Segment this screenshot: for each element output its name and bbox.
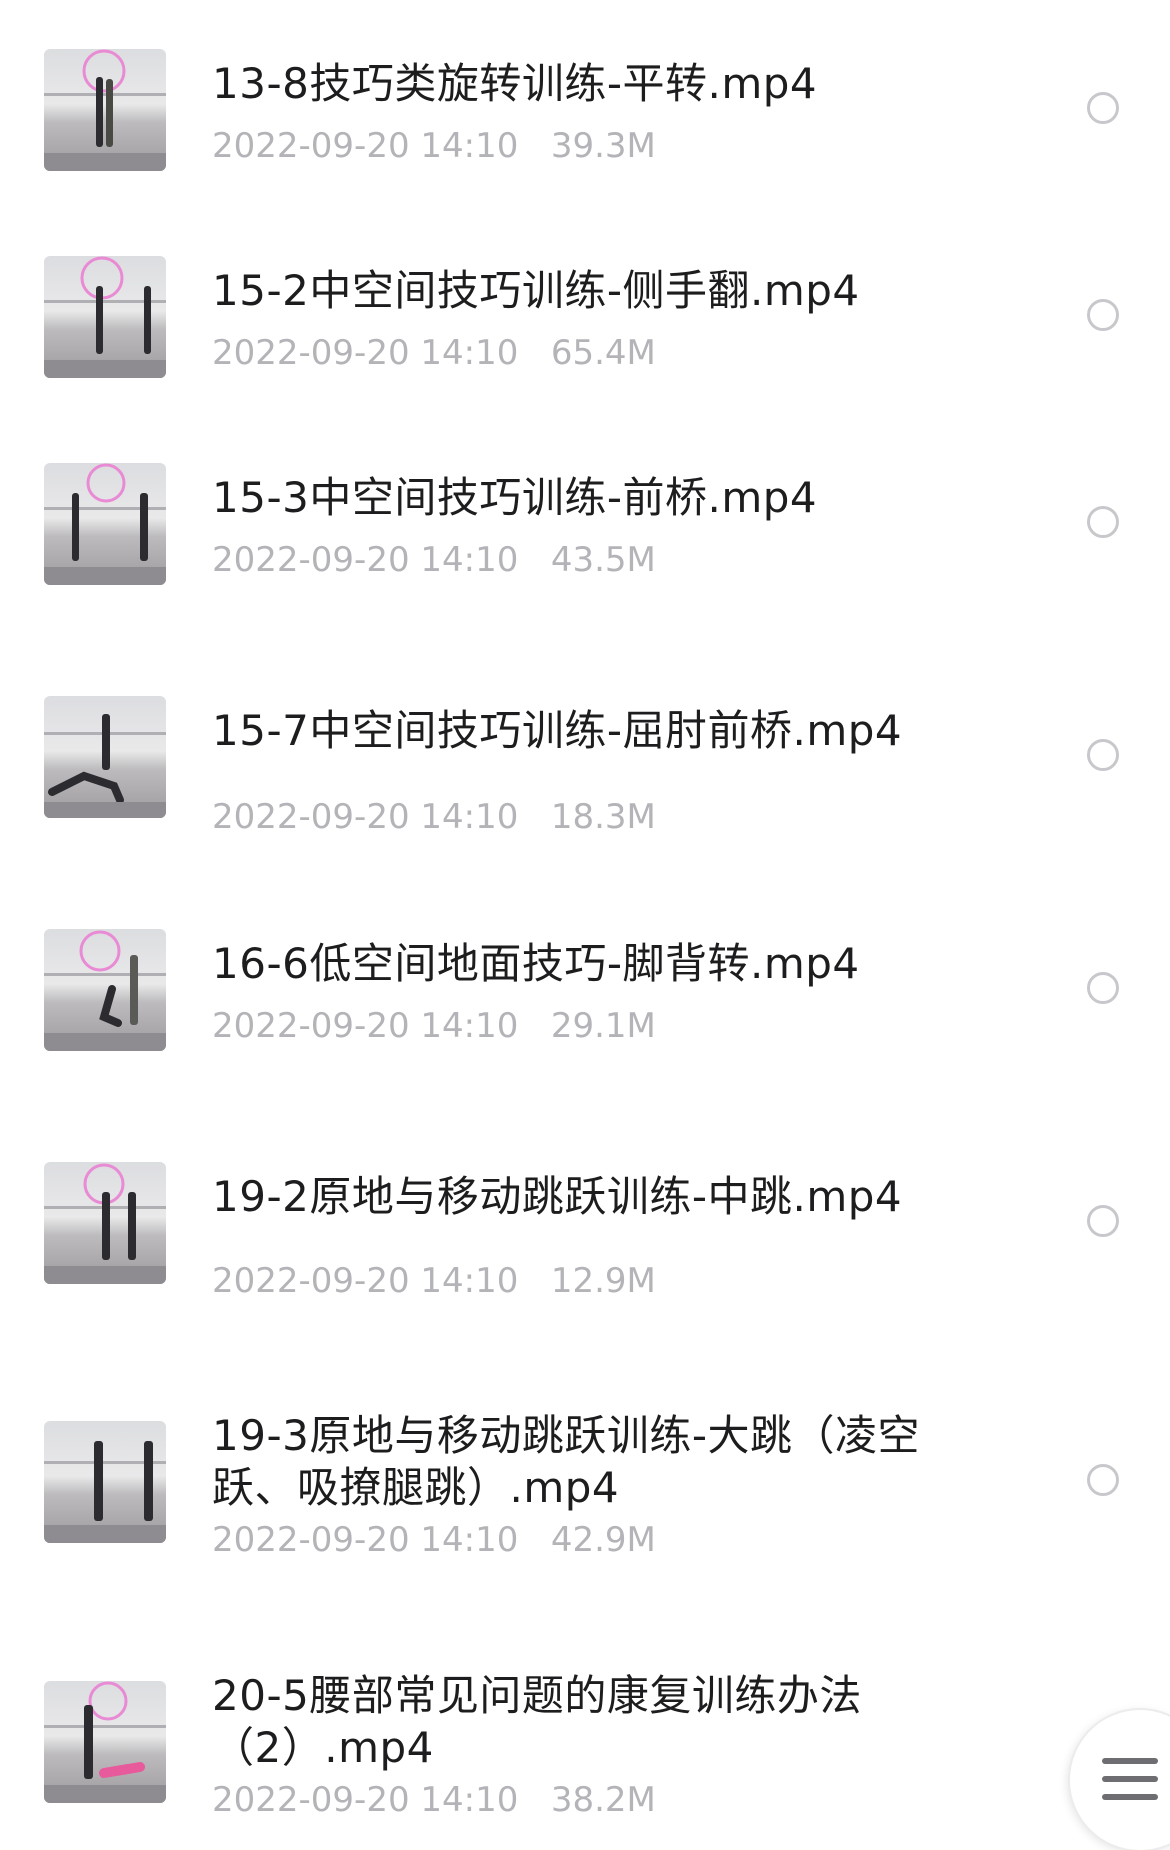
select-radio[interactable] [1087, 972, 1119, 1004]
file-date: 2022-09-20 14:10 [212, 797, 519, 837]
file-size: 18.3M [550, 797, 656, 837]
file-date: 2022-09-20 14:10 [212, 540, 519, 580]
file-date: 2022-09-20 14:10 [212, 126, 519, 166]
file-meta: 2022-09-20 14:10 29.1M [212, 1006, 656, 1046]
video-thumbnail [44, 463, 166, 585]
select-radio[interactable] [1087, 506, 1119, 538]
select-radio[interactable] [1087, 299, 1119, 331]
file-meta: 2022-09-20 14:10 18.3M [212, 797, 656, 837]
file-meta: 2022-09-20 14:10 42.9M [212, 1520, 656, 1560]
file-size: 39.3M [550, 126, 656, 166]
file-date: 2022-09-20 14:10 [212, 1261, 519, 1301]
file-meta: 2022-09-20 14:10 65.4M [212, 333, 656, 373]
file-name: 15-7中空间技巧训练-屈肘前桥.mp4 [212, 706, 903, 755]
file-size: 42.9M [550, 1520, 656, 1560]
select-radio[interactable] [1087, 1464, 1119, 1496]
video-thumbnail [44, 1681, 166, 1803]
file-size: 43.5M [550, 540, 656, 580]
file-item[interactable]: 13-8技巧类旋转训练-平转.mp4 2022-09-20 14:10 39.3… [0, 0, 1170, 200]
file-item[interactable]: 20-5腰部常见问题的康复训练办法（2）.mp4 2022-09-20 14:1… [0, 1632, 1170, 1832]
file-name: 16-6低空间地面技巧-脚背转.mp4 [212, 939, 860, 988]
file-size: 65.4M [550, 333, 656, 373]
file-item[interactable]: 15-3中空间技巧训练-前桥.mp4 2022-09-20 14:10 43.5… [0, 414, 1170, 614]
file-name: 19-2原地与移动跳跃训练-中跳.mp4 [212, 1172, 903, 1221]
file-date: 2022-09-20 14:10 [212, 1780, 519, 1820]
video-thumbnail [44, 696, 166, 818]
video-thumbnail [44, 49, 166, 171]
file-size: 38.2M [550, 1780, 656, 1820]
file-date: 2022-09-20 14:10 [212, 1006, 519, 1046]
file-meta: 2022-09-20 14:10 43.5M [212, 540, 656, 580]
file-name: 19-3原地与移动跳跃训练-大跳（凌空跃、吸撩腿跳）.mp4 [212, 1411, 920, 1512]
file-name: 13-8技巧类旋转训练-平转.mp4 [212, 59, 818, 108]
file-item[interactable]: 19-3原地与移动跳跃训练-大跳（凌空跃、吸撩腿跳）.mp4 2022-09-2… [0, 1372, 1170, 1572]
file-date: 2022-09-20 14:10 [212, 1520, 519, 1560]
file-item[interactable]: 15-7中空间技巧训练-屈肘前桥.mp4 2022-09-20 14:10 18… [0, 647, 1170, 847]
file-list: 13-8技巧类旋转训练-平转.mp4 2022-09-20 14:10 39.3… [0, 0, 1170, 1849]
video-thumbnail [44, 1162, 166, 1284]
file-meta: 2022-09-20 14:10 12.9M [212, 1261, 656, 1301]
select-radio[interactable] [1087, 1205, 1119, 1237]
file-item[interactable]: 15-2中空间技巧训练-侧手翻.mp4 2022-09-20 14:10 65.… [0, 207, 1170, 407]
select-radio[interactable] [1087, 739, 1119, 771]
file-name: 15-2中空间技巧训练-侧手翻.mp4 [212, 266, 860, 315]
menu-icon [1102, 1758, 1158, 1800]
select-radio[interactable] [1087, 92, 1119, 124]
file-name: 20-5腰部常见问题的康复训练办法（2）.mp4 [212, 1671, 862, 1772]
file-size: 12.9M [550, 1261, 656, 1301]
file-item[interactable]: 19-2原地与移动跳跃训练-中跳.mp4 2022-09-20 14:10 12… [0, 1113, 1170, 1313]
file-item[interactable]: 16-6低空间地面技巧-脚背转.mp4 2022-09-20 14:10 29.… [0, 880, 1170, 1080]
file-meta: 2022-09-20 14:10 38.2M [212, 1780, 656, 1820]
file-size: 29.1M [550, 1006, 656, 1046]
video-thumbnail [44, 929, 166, 1051]
file-date: 2022-09-20 14:10 [212, 333, 519, 373]
file-meta: 2022-09-20 14:10 39.3M [212, 126, 656, 166]
video-thumbnail [44, 1421, 166, 1543]
file-name: 15-3中空间技巧训练-前桥.mp4 [212, 473, 818, 522]
video-thumbnail [44, 256, 166, 378]
